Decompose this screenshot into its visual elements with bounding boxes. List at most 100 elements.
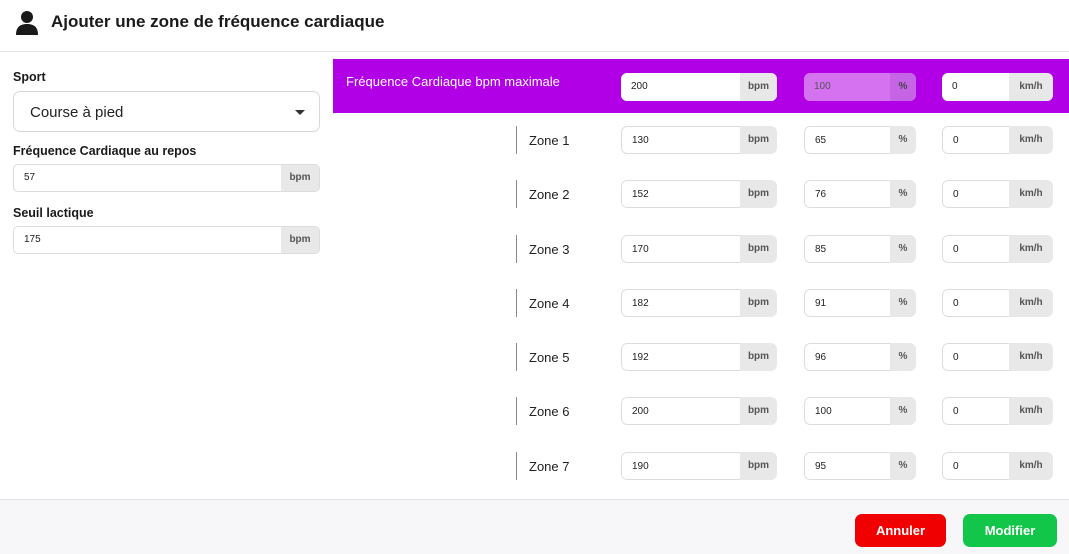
zone-percent-unit: %	[890, 126, 916, 154]
zone-bpm-field[interactable]: 200 bpm	[621, 397, 777, 425]
zone-bpm-field[interactable]: 190 bpm	[621, 452, 777, 480]
zone-bpm-unit: bpm	[740, 397, 777, 425]
zone-bpm-field[interactable]: 182 bpm	[621, 289, 777, 317]
dialog-title: Ajouter une zone de fréquence cardiaque	[51, 12, 385, 31]
lactate-threshold-input[interactable]: 175	[14, 227, 281, 253]
zone-speed-field[interactable]: 0 km/h	[942, 289, 1053, 317]
max-speed-field[interactable]: 0 km/h	[942, 73, 1053, 101]
zone-speed-unit: km/h	[1009, 235, 1053, 263]
zone-bpm-input[interactable]: 182	[621, 289, 740, 317]
zone-speed-input[interactable]: 0	[942, 343, 1009, 371]
zone-percent-input[interactable]: 65	[804, 126, 890, 154]
zone-percent-field[interactable]: 96%	[804, 343, 916, 371]
zone-label: Zone 4	[529, 296, 570, 311]
zone-speed-input[interactable]: 0	[942, 180, 1009, 208]
zone-speed-unit: km/h	[1009, 180, 1053, 208]
zone-divider	[516, 235, 517, 263]
lactate-threshold-unit: bpm	[281, 227, 319, 253]
zone-speed-unit: km/h	[1009, 343, 1053, 371]
modify-button[interactable]: Modifier	[963, 514, 1057, 547]
sport-select[interactable]: Course à pied	[13, 91, 320, 132]
zone-percent-field[interactable]: 65%	[804, 126, 916, 154]
zone-percent-field[interactable]: 100%	[804, 397, 916, 425]
zone-bpm-field[interactable]: 170 bpm	[621, 235, 777, 263]
zone-percent-field[interactable]: 76%	[804, 180, 916, 208]
zone-percent-field[interactable]: 95%	[804, 452, 916, 480]
zone-speed-input[interactable]: 0	[942, 289, 1009, 317]
zone-percent-input[interactable]: 91	[804, 289, 890, 317]
zone-percent-input[interactable]: 96	[804, 343, 890, 371]
max-speed-unit: km/h	[1009, 73, 1053, 101]
zone-divider	[516, 343, 517, 371]
zone-speed-field[interactable]: 0 km/h	[942, 397, 1053, 425]
zone-percent-field[interactable]: 85%	[804, 235, 916, 263]
zone-bpm-unit: bpm	[740, 235, 777, 263]
chevron-down-icon	[295, 110, 305, 115]
max-percent-field[interactable]: 100 %	[804, 73, 916, 101]
resting-hr-unit: bpm	[281, 165, 319, 191]
zone-percent-field[interactable]: 91%	[804, 289, 916, 317]
zone-bpm-field[interactable]: 192 bpm	[621, 343, 777, 371]
zone-speed-unit: km/h	[1009, 452, 1053, 480]
dialog-header: Ajouter une zone de fréquence cardiaque	[0, 0, 1069, 52]
zone-label: Zone 6	[529, 404, 570, 419]
zone-percent-unit: %	[890, 180, 916, 208]
cancel-button[interactable]: Annuler	[855, 514, 946, 547]
zone-percent-unit: %	[890, 343, 916, 371]
max-hr-label: Fréquence Cardiaque bpm maximale	[346, 74, 560, 89]
zone-speed-field[interactable]: 0 km/h	[942, 452, 1053, 480]
zone-percent-unit: %	[890, 452, 916, 480]
zone-bpm-unit: bpm	[740, 126, 777, 154]
zone-bpm-field[interactable]: 130 bpm	[621, 126, 777, 154]
zone-speed-input[interactable]: 0	[942, 452, 1009, 480]
max-bpm-field[interactable]: 200 bpm	[621, 73, 777, 101]
zone-speed-unit: km/h	[1009, 126, 1053, 154]
max-bpm-input[interactable]: 200	[621, 73, 740, 101]
resting-hr-label: Fréquence Cardiaque au repos	[13, 144, 197, 158]
zone-bpm-input[interactable]: 192	[621, 343, 740, 371]
user-icon	[16, 11, 38, 35]
max-percent-unit: %	[890, 73, 916, 101]
zone-percent-unit: %	[890, 289, 916, 317]
max-speed-input[interactable]: 0	[942, 73, 1009, 101]
zone-divider	[516, 289, 517, 317]
resting-hr-input[interactable]: 57	[14, 165, 281, 191]
zone-percent-input[interactable]: 76	[804, 180, 890, 208]
zone-bpm-input[interactable]: 130	[621, 126, 740, 154]
zone-speed-input[interactable]: 0	[942, 126, 1009, 154]
zone-bpm-unit: bpm	[740, 452, 777, 480]
zone-label: Zone 7	[529, 459, 570, 474]
zone-label: Zone 3	[529, 242, 570, 257]
zone-percent-input[interactable]: 95	[804, 452, 890, 480]
zone-bpm-input[interactable]: 152	[621, 180, 740, 208]
zone-divider	[516, 180, 517, 208]
zone-percent-input[interactable]: 100	[804, 397, 890, 425]
resting-hr-field[interactable]: 57 bpm	[13, 164, 320, 192]
zone-speed-unit: km/h	[1009, 289, 1053, 317]
zone-label: Zone 1	[529, 133, 570, 148]
max-percent-input[interactable]: 100	[804, 73, 890, 101]
zone-bpm-input[interactable]: 170	[621, 235, 740, 263]
zone-percent-unit: %	[890, 235, 916, 263]
zone-bpm-input[interactable]: 200	[621, 397, 740, 425]
zone-divider	[516, 126, 517, 154]
zone-speed-input[interactable]: 0	[942, 397, 1009, 425]
zone-percent-input[interactable]: 85	[804, 235, 890, 263]
zone-speed-field[interactable]: 0 km/h	[942, 343, 1053, 371]
sport-label: Sport	[13, 70, 46, 84]
lactate-threshold-field[interactable]: 175 bpm	[13, 226, 320, 254]
zone-divider	[516, 452, 517, 480]
sport-select-value: Course à pied	[30, 104, 124, 121]
zone-bpm-unit: bpm	[740, 343, 777, 371]
zone-bpm-field[interactable]: 152 bpm	[621, 180, 777, 208]
zone-bpm-unit: bpm	[740, 180, 777, 208]
zone-speed-field[interactable]: 0 km/h	[942, 126, 1053, 154]
settings-panel: Sport Course à pied Fréquence Cardiaque …	[13, 70, 320, 254]
zone-divider	[516, 397, 517, 425]
zone-speed-field[interactable]: 0 km/h	[942, 235, 1053, 263]
zone-bpm-input[interactable]: 190	[621, 452, 740, 480]
zone-speed-field[interactable]: 0 km/h	[942, 180, 1053, 208]
zone-percent-unit: %	[890, 397, 916, 425]
lactate-threshold-label: Seuil lactique	[13, 206, 94, 220]
zone-speed-input[interactable]: 0	[942, 235, 1009, 263]
